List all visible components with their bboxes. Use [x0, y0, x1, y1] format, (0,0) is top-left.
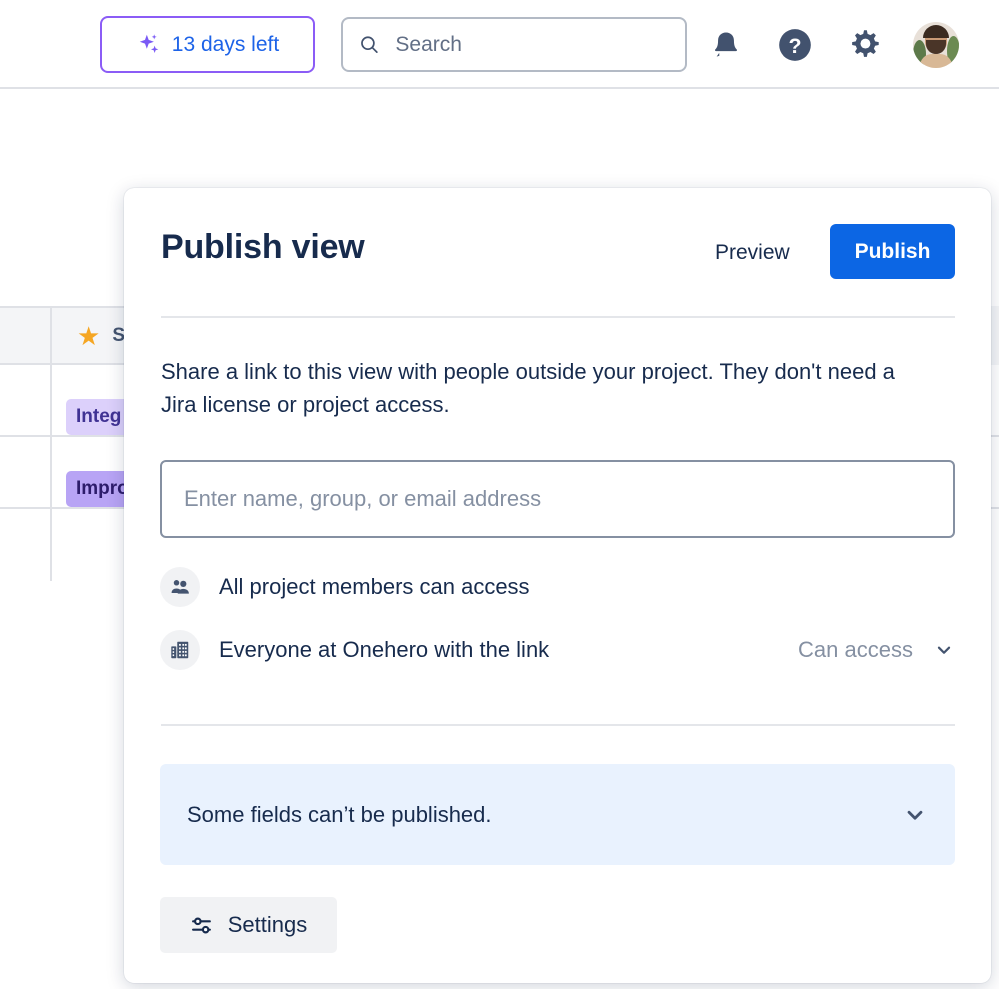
- modal-description: Share a link to this view with people ou…: [161, 359, 895, 417]
- access-level-value: Can access: [798, 637, 913, 662]
- access-row-label: All project members can access: [219, 574, 530, 599]
- trial-days-left-label: 13 days left: [171, 32, 280, 56]
- access-row-label: Everyone at Onehero with the link: [219, 637, 550, 662]
- star-icon: ★: [77, 321, 101, 351]
- access-level-dropdown[interactable]: Can access: [798, 637, 955, 663]
- modal-section-divider: [161, 724, 955, 726]
- table-header-sort-cell[interactable]: ★ S: [77, 323, 125, 349]
- fields-warning-banner[interactable]: Some fields can’t be published.: [160, 764, 955, 865]
- settings-button[interactable]: Settings: [160, 897, 337, 953]
- notifications-icon[interactable]: [705, 24, 747, 66]
- chevron-down-icon: [907, 810, 923, 820]
- search-box[interactable]: [341, 17, 687, 72]
- modal-title: Publish view: [161, 228, 365, 266]
- top-navigation-bar: 13 days left ?: [0, 0, 999, 89]
- search-input[interactable]: [393, 31, 669, 58]
- banner-expand-toggle[interactable]: [902, 802, 928, 828]
- search-icon: [361, 36, 378, 54]
- publish-button[interactable]: Publish: [830, 224, 955, 279]
- people-group-icon: [171, 580, 189, 594]
- settings-button-label: Settings: [227, 912, 308, 937]
- table-column-divider: [50, 306, 52, 581]
- trial-days-left-button[interactable]: 13 days left: [100, 16, 315, 73]
- svg-text:?: ?: [788, 34, 801, 58]
- bell-icon: [714, 32, 738, 57]
- table-cell-lozenge: Integ: [66, 399, 132, 435]
- view-toolbar: Comment Publish About this view: [0, 89, 999, 265]
- access-row-project-members: All project members can access: [160, 559, 955, 615]
- publish-view-modal: Publish view Preview Publish Share a lin…: [124, 188, 991, 983]
- avatar-hair: [923, 25, 949, 38]
- chevron-down-icon: [937, 646, 951, 654]
- gear-icon: [852, 30, 879, 57]
- fields-warning-text: Some fields can’t be published.: [187, 801, 492, 827]
- avatar-beard: [926, 40, 946, 54]
- people-icon: [160, 567, 200, 607]
- recipient-input[interactable]: [160, 460, 955, 538]
- office-building-icon: [171, 641, 189, 659]
- settings-gear-icon[interactable]: [843, 24, 885, 66]
- modal-header-divider: [161, 316, 955, 318]
- access-row-organization-link: Everyone at Onehero with the link Can ac…: [160, 622, 955, 678]
- question-circle-icon: ?: [779, 29, 811, 61]
- sliders-icon: [191, 917, 211, 933]
- avatar-body: [920, 54, 952, 68]
- sparkle-icon: [139, 33, 159, 53]
- help-icon[interactable]: ?: [774, 24, 816, 66]
- user-avatar[interactable]: [913, 22, 959, 68]
- preview-button[interactable]: Preview: [709, 240, 796, 266]
- building-icon: [160, 630, 200, 670]
